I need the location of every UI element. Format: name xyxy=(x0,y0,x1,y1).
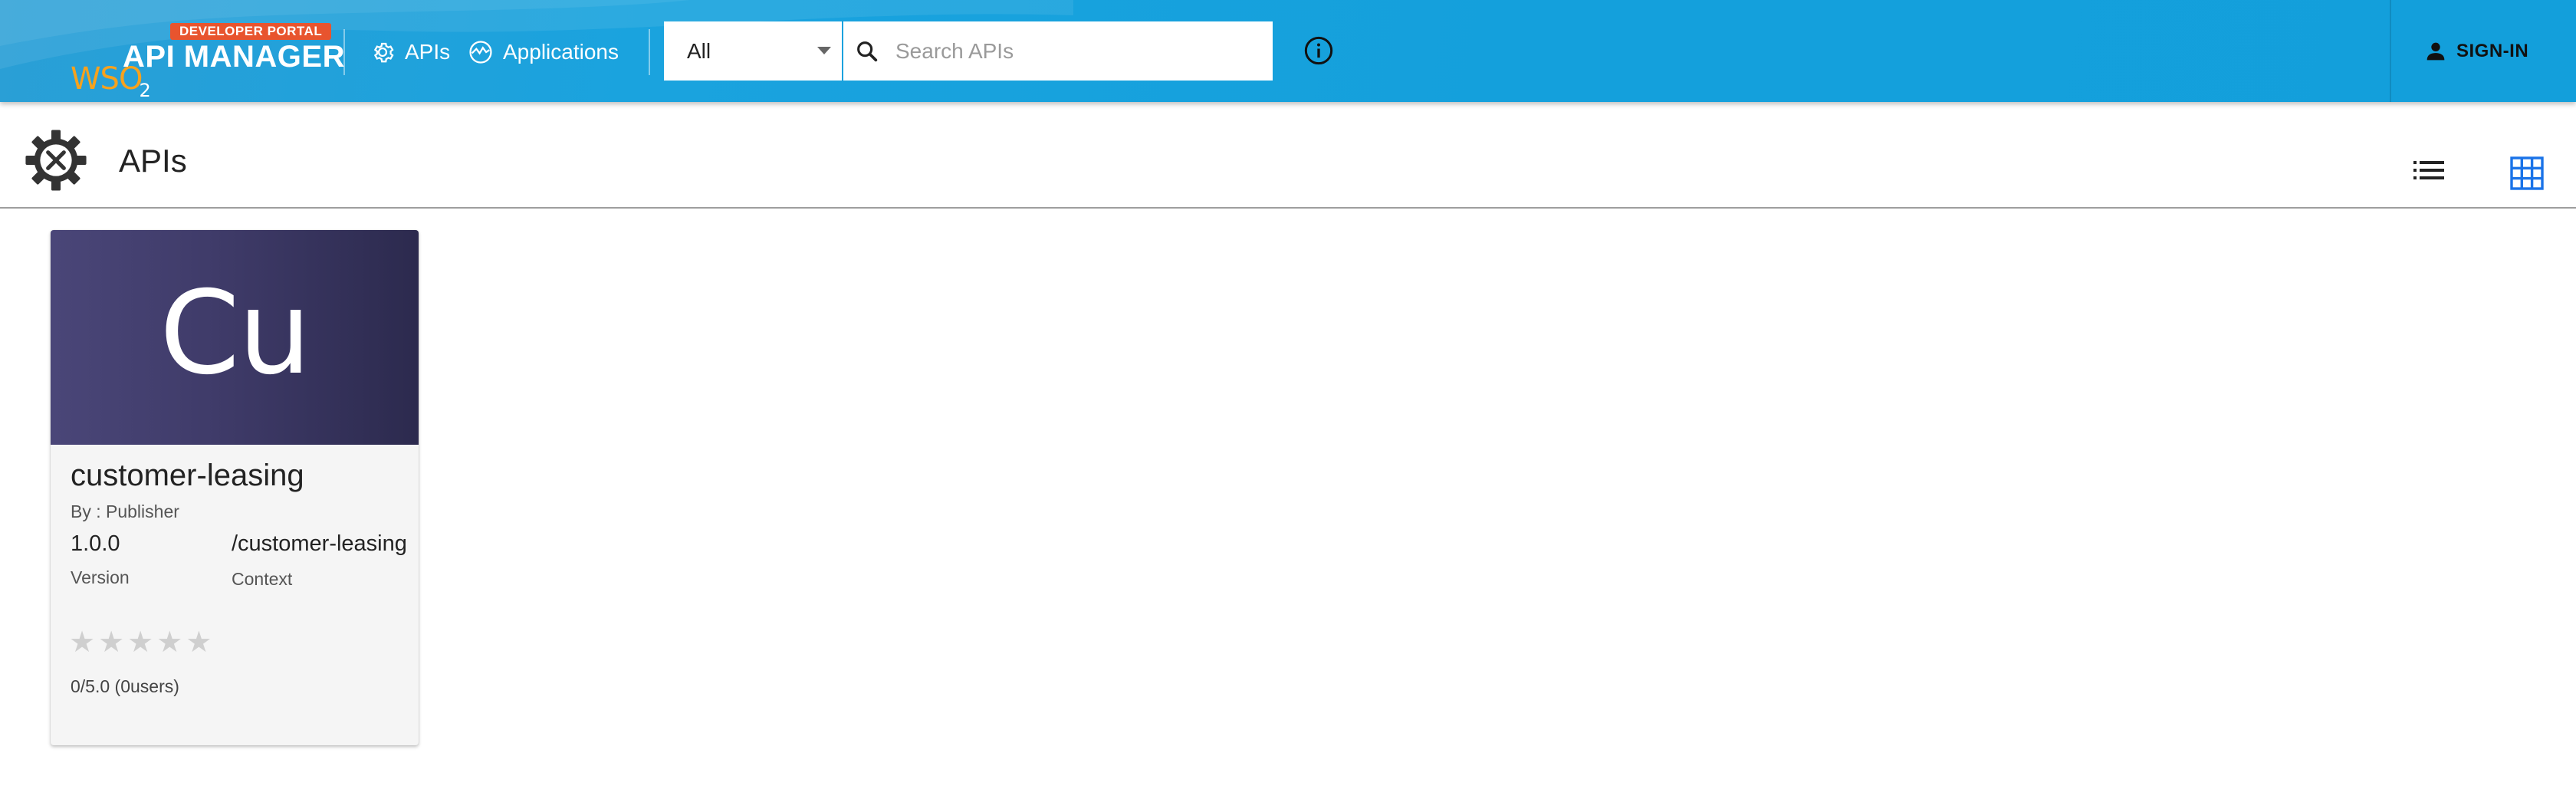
api-card[interactable]: Cu customer-leasing By : Publisher 1.0.0… xyxy=(51,230,419,745)
sign-in-label: SIGN-IN xyxy=(2456,41,2529,61)
star-icon[interactable]: ★ xyxy=(186,627,212,658)
api-name[interactable]: customer-leasing xyxy=(71,459,304,493)
star-icon[interactable]: ★ xyxy=(156,627,182,658)
search-icon xyxy=(857,41,878,61)
search-box[interactable] xyxy=(843,21,1273,81)
star-icon[interactable]: ★ xyxy=(69,627,95,658)
top-app-bar: WSO2 DEVELOPER PORTAL API MANAGER APIs A… xyxy=(0,0,2576,102)
apis-settings-icon xyxy=(25,130,87,191)
chevron-down-icon xyxy=(817,47,831,54)
person-icon xyxy=(2426,42,2445,61)
nav-apis-label: APIs xyxy=(405,40,451,64)
api-context-label: Context xyxy=(232,569,293,589)
api-version-label: Version xyxy=(71,567,130,587)
rating-text: 0/5.0 (0users) xyxy=(71,676,179,696)
header-divider xyxy=(649,29,650,75)
nav-applications[interactable]: Applications xyxy=(468,34,619,71)
search-input[interactable] xyxy=(894,38,1250,64)
sign-in-button[interactable]: SIGN-IN xyxy=(2423,34,2528,69)
search-filter-select[interactable]: All xyxy=(664,21,842,81)
api-version-value: 1.0.0 xyxy=(71,531,120,556)
applications-icon xyxy=(469,41,492,64)
nav-apis[interactable]: APIs xyxy=(370,34,450,71)
api-thumbnail-text: Cu xyxy=(159,267,311,400)
header-divider xyxy=(2390,0,2391,102)
info-icon[interactable] xyxy=(1303,35,1334,66)
rating-stars[interactable]: ★ ★ ★ ★ ★ xyxy=(69,627,212,658)
header-divider-line xyxy=(0,207,2576,209)
list-view-icon[interactable] xyxy=(2413,158,2444,182)
star-icon[interactable]: ★ xyxy=(98,627,124,658)
search-filter-value: All xyxy=(687,38,711,63)
developer-portal-badge: DEVELOPER PORTAL xyxy=(170,23,332,40)
logo-product-name: API MANAGER xyxy=(123,40,345,74)
api-thumbnail[interactable]: Cu xyxy=(51,230,419,445)
star-icon[interactable]: ★ xyxy=(127,627,153,658)
api-context-value: /customer-leasing xyxy=(232,531,407,556)
header-divider xyxy=(343,29,345,75)
grid-view-icon[interactable] xyxy=(2510,156,2544,190)
gear-icon xyxy=(373,42,394,63)
api-provider: By : Publisher xyxy=(71,501,179,521)
nav-applications-label: Applications xyxy=(503,40,619,64)
page-title: APIs xyxy=(119,143,187,179)
